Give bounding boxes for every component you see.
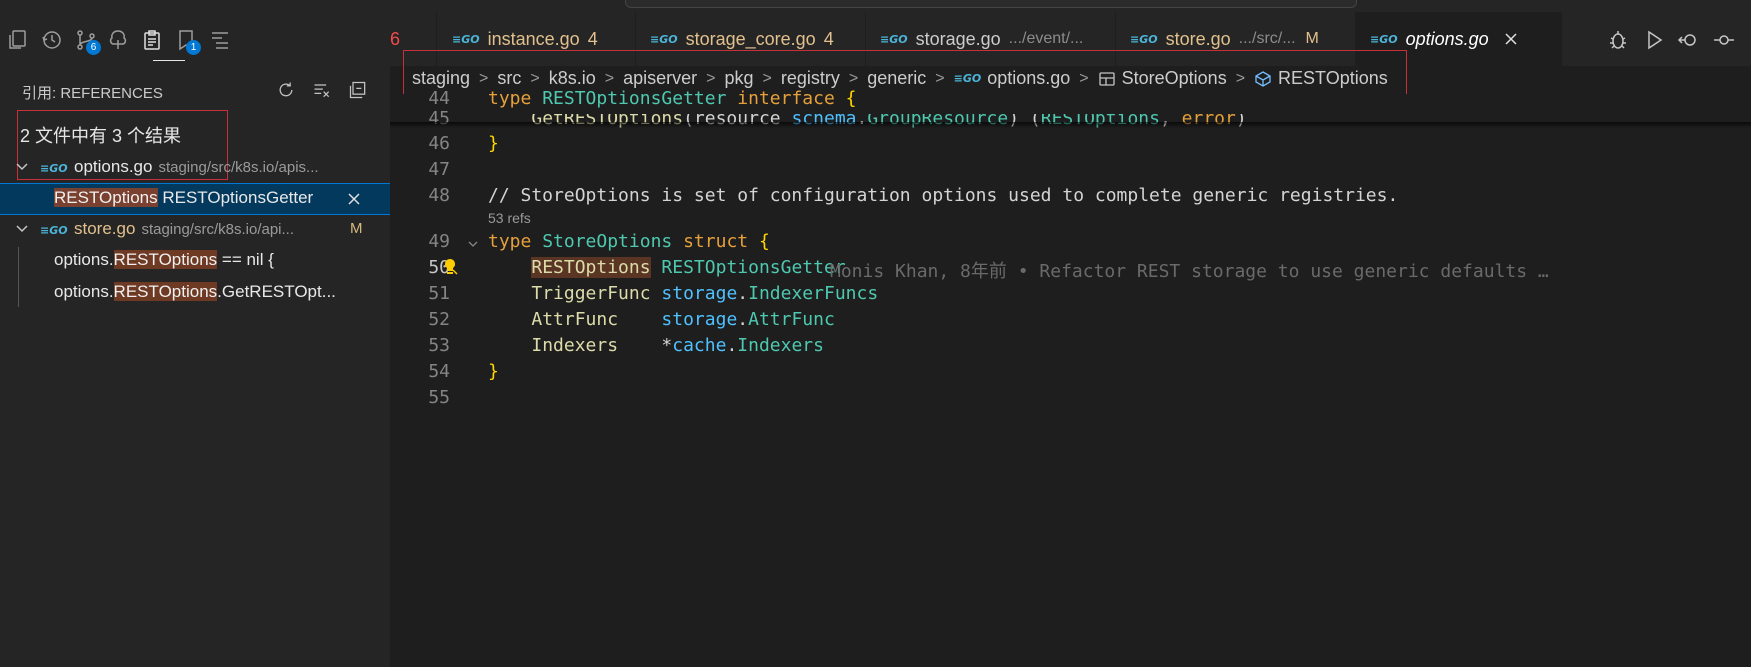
tree-icon[interactable] bbox=[104, 26, 132, 54]
bookmark-badge: 1 bbox=[186, 40, 201, 55]
command-center[interactable] bbox=[625, 0, 1357, 8]
references-view-icon[interactable] bbox=[138, 26, 166, 54]
scroll-shadow bbox=[390, 122, 1751, 128]
timeline-icon[interactable] bbox=[38, 26, 66, 54]
lightbulb-icon[interactable] bbox=[440, 257, 460, 277]
commit-icon[interactable] bbox=[1712, 28, 1736, 52]
line-number: 44 bbox=[428, 88, 450, 109]
git-blame-annotation: Monis Khan, 8年前 • Refactor REST storage … bbox=[830, 261, 1549, 282]
fold-chevron-icon[interactable] bbox=[466, 237, 480, 251]
code-line[interactable]: Indexers *cache.Indexers bbox=[488, 335, 824, 356]
active-view-indicator bbox=[153, 60, 185, 61]
code-line[interactable]: TriggerFunc storage.IndexerFuncs bbox=[488, 283, 878, 304]
go-file-icon: ≡GO bbox=[650, 32, 678, 46]
match-highlight: RESTOptions bbox=[113, 250, 218, 269]
line-number: 46 bbox=[428, 133, 450, 154]
code-editor[interactable]: 44 type RESTOptionsGetter interface { 45… bbox=[390, 88, 1751, 667]
sidebar: 6 1 引用: REFERENCES 2 文件中有 3 个结果 ≡GO opti… bbox=[0, 12, 391, 667]
reference-match[interactable]: options.RESTOptions.GetRESTOpt... bbox=[0, 278, 390, 308]
source-control-icon[interactable]: 6 bbox=[72, 26, 101, 55]
line-number: 53 bbox=[428, 335, 450, 356]
run-icon[interactable] bbox=[1642, 28, 1666, 52]
clear-results-icon[interactable] bbox=[310, 78, 334, 102]
dismiss-icon[interactable] bbox=[346, 191, 362, 207]
line-number: 51 bbox=[428, 283, 450, 304]
match-highlight: RESTOptions bbox=[54, 188, 158, 207]
modified-badge: M bbox=[350, 220, 363, 237]
debug-icon[interactable] bbox=[1606, 28, 1630, 52]
references-title: 引用: REFERENCES bbox=[22, 85, 163, 102]
file-path: staging/src/k8s.io/api... bbox=[141, 221, 295, 238]
close-icon[interactable] bbox=[1503, 31, 1519, 47]
collapse-all-icon[interactable] bbox=[346, 78, 370, 102]
codelens-refs[interactable]: 53 refs bbox=[488, 210, 531, 226]
line-number: 52 bbox=[428, 309, 450, 330]
go-file-icon: ≡GO bbox=[1370, 32, 1398, 46]
go-file-icon: ≡GO bbox=[880, 32, 908, 46]
code-line[interactable]: type StoreOptions struct { bbox=[488, 231, 770, 252]
code-comment[interactable]: // StoreOptions is set of configuration … bbox=[488, 185, 1398, 206]
line-number: 54 bbox=[428, 361, 450, 382]
file-row-store-go[interactable]: ≡GO store.go staging/src/k8s.io/api... M bbox=[0, 217, 390, 245]
title-bar bbox=[0, 0, 1751, 12]
chevron-down-icon[interactable] bbox=[14, 220, 30, 236]
match-highlight: RESTOptions bbox=[113, 282, 218, 301]
line-number: 47 bbox=[428, 159, 450, 180]
explorer-icon[interactable] bbox=[4, 26, 32, 54]
compare-icon[interactable] bbox=[1676, 28, 1700, 52]
file-row-options-go[interactable]: ≡GO options.go staging/src/k8s.io/apis... bbox=[0, 155, 390, 183]
line-number: 48 bbox=[428, 185, 450, 206]
file-path: staging/src/k8s.io/apis... bbox=[158, 159, 319, 176]
outline-icon[interactable] bbox=[206, 26, 234, 54]
code-line[interactable]: RESTOptions RESTOptionsGetter bbox=[488, 257, 846, 278]
chevron-down-icon[interactable] bbox=[14, 158, 30, 174]
go-file-icon: ≡GO bbox=[40, 224, 68, 237]
go-file-icon: ≡GO bbox=[1130, 32, 1158, 46]
source-control-badge: 6 bbox=[86, 40, 101, 55]
line-number: 55 bbox=[428, 387, 450, 408]
symbol-highlight: RESTOptions bbox=[531, 257, 651, 278]
code-line[interactable]: type RESTOptionsGetter interface { bbox=[488, 88, 857, 109]
code-line[interactable]: } bbox=[488, 361, 499, 382]
bookmark-icon[interactable]: 1 bbox=[172, 26, 201, 55]
go-file-icon: ≡GO bbox=[40, 162, 68, 175]
file-name: options.go bbox=[74, 157, 153, 176]
code-line[interactable]: } bbox=[488, 133, 499, 154]
code-line[interactable]: AttrFunc storage.AttrFunc bbox=[488, 309, 834, 330]
line-number: 49 bbox=[428, 231, 450, 252]
go-file-icon: ≡GO bbox=[452, 32, 480, 46]
file-name: store.go bbox=[74, 219, 136, 238]
reference-match[interactable]: options.RESTOptions == nil { bbox=[0, 246, 390, 276]
refresh-icon[interactable] bbox=[274, 78, 298, 102]
reference-match[interactable]: RESTOptions RESTOptionsGetter bbox=[0, 183, 391, 215]
